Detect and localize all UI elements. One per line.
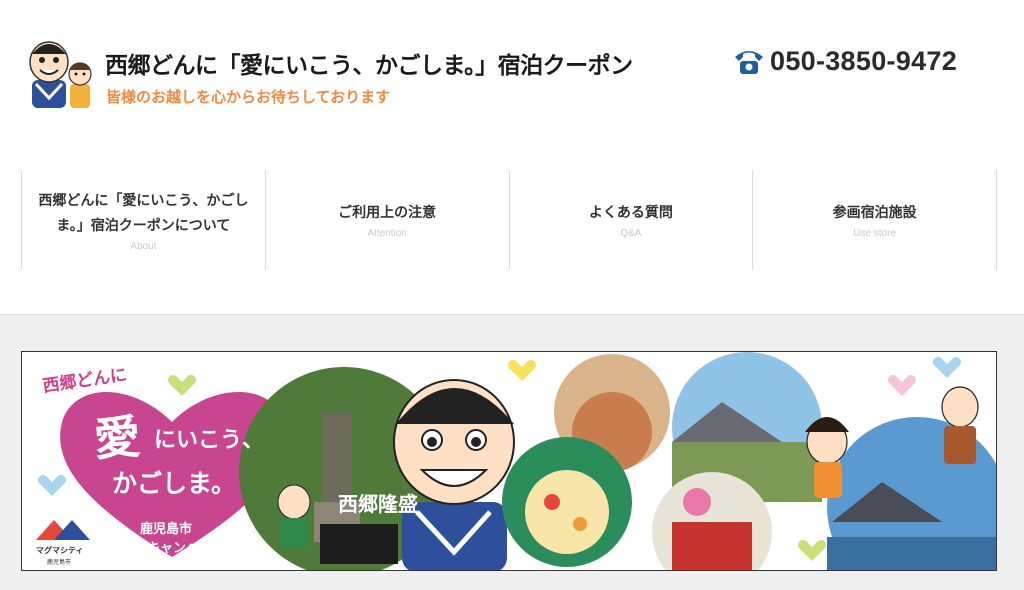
mascot-logo-icon[interactable] [26,36,96,114]
banner-heart-big-text: 愛 [92,409,143,467]
site-header: 西郷どんに「愛にいこう、かごしま。」宿泊クーポン 皆様のお越しを心からお待ちして… [0,0,1024,270]
nav-item-label: 参画宿泊施設 [832,205,917,221]
phone-icon [735,50,763,74]
banner-heart-line2: かごしま。 [112,469,237,498]
nav-item-sublabel: Q&A [620,228,642,239]
phone-contact[interactable]: 050-3850-9472 [733,46,957,77]
banner-city: 鹿児島市 [140,522,193,537]
magma-city-logo-sub: 鹿児島市 [47,559,72,566]
nav-item-label: よくある質問 [588,205,673,221]
banner-campaign: 宿泊キャンペーン [121,541,225,556]
saigo-takamori-badge: 西郷隆盛 [338,492,418,516]
banner-heart-line1: にいこう、 [154,428,265,453]
site-tagline: 皆様のお越しを心からお待ちしております [106,88,391,106]
site-title[interactable]: 西郷どんに「愛にいこう、かごしま。」宿泊クーポン [105,46,633,80]
nav-item-sublabel: Attention [367,228,407,239]
campaign-banner[interactable]: 西郷どんに 愛 にいこう、 かごしま。 鹿児島市 宿泊キャンペーン マグマシティ… [21,351,997,571]
magma-city-logo-text: マグマシティ [36,546,84,555]
nav-item-faq[interactable]: よくある質問 Q&A [508,170,753,270]
nav-item-use-store[interactable]: 参画宿泊施設 Use store [752,170,997,270]
phone-number: 050-3850-9472 [770,46,958,76]
nav-item-label: ご利用上の注意 [338,205,437,221]
main-nav: 西郷どんに「愛にいこう、かごしま。」宿泊クーポンについて About ご利用上の… [21,170,997,270]
nav-item-label: 西郷どんに「愛にいこう、かごしま。」宿泊クーポンについて [38,192,249,234]
main-content: 西郷どんに 愛 にいこう、 かごしま。 鹿児島市 宿泊キャンペーン マグマシティ… [0,314,1024,590]
nav-item-sublabel: About [130,240,157,252]
nav-item-about[interactable]: 西郷どんに「愛にいこう、かごしま。」宿泊クーポンについて About [21,170,265,270]
nav-item-sublabel: Use store [853,228,897,239]
nav-item-attention[interactable]: ご利用上の注意 Attention [264,170,509,270]
